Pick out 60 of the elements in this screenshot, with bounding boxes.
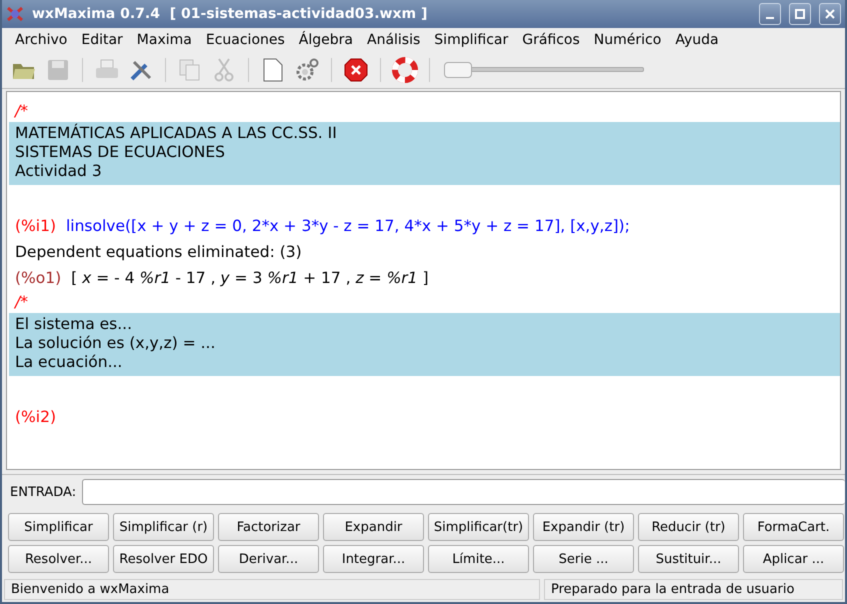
- maximize-button[interactable]: [789, 3, 811, 25]
- command-button[interactable]: Serie ...: [533, 545, 634, 573]
- menu-item[interactable]: Análisis: [360, 32, 428, 48]
- command-button[interactable]: Expandir: [323, 513, 424, 541]
- minimize-icon: [766, 17, 774, 19]
- app-icon: [6, 5, 24, 23]
- menu-item[interactable]: Ayuda: [668, 32, 726, 48]
- minimize-button[interactable]: [759, 3, 781, 25]
- stop-icon: [344, 58, 368, 82]
- command-button[interactable]: Sustituir...: [638, 545, 739, 573]
- menu-item[interactable]: Gráficos: [515, 32, 587, 48]
- command-button[interactable]: Límite...: [428, 545, 529, 573]
- copy-icon: [179, 59, 201, 81]
- text-cell[interactable]: El sistema es... La solución es (x,y,z) = ... La ecuación...: [9, 313, 840, 376]
- input-code[interactable]: linsolve([x + y + z = 0, 2*x + 3*y - z = 17, 4*x + 5*y + z = 17], [x,y,z]);: [66, 217, 630, 235]
- command-button[interactable]: Integrar...: [323, 545, 424, 573]
- window-title: wxMaxima 0.7.4 [ 01-sistemas-actividad03.wxm ]: [32, 6, 428, 22]
- status-text: Preparado para la entrada de usuario: [544, 579, 843, 600]
- menu-item[interactable]: Numérico: [586, 32, 668, 48]
- slider-track[interactable]: [444, 62, 644, 78]
- command-button[interactable]: Simplificar: [8, 513, 109, 541]
- text-cell[interactable]: MATEMÁTICAS APLICADAS A LAS CC.SS. II SISTEMAS DE ECUACIONES Actividad 3: [9, 122, 840, 185]
- command-button[interactable]: Aplicar ...: [743, 545, 844, 573]
- command-button[interactable]: Expandir (tr): [533, 513, 634, 541]
- status-text: Bienvenido a wxMaxima: [4, 579, 540, 600]
- command-button[interactable]: Factorizar: [218, 513, 319, 541]
- command-button[interactable]: Simplificar(tr): [428, 513, 529, 541]
- input-prompt: (%i2): [15, 408, 56, 426]
- command-button[interactable]: Resolver...: [8, 545, 109, 573]
- menu-item[interactable]: Maxima: [130, 32, 199, 48]
- output-message: Dependent equations eliminated: (3): [14, 242, 303, 263]
- command-button[interactable]: Derivar...: [218, 545, 319, 573]
- output-prompt: (%o1): [15, 269, 62, 287]
- command-button[interactable]: FormaCart.: [743, 513, 844, 541]
- scissors-icon: [214, 58, 234, 82]
- menu-item[interactable]: Ecuaciones: [198, 32, 292, 48]
- command-button[interactable]: Resolver EDO: [113, 545, 214, 573]
- menu-item[interactable]: Archivo: [8, 32, 74, 48]
- floppy-icon: [47, 59, 69, 81]
- gear-icon: [295, 58, 319, 82]
- lifebuoy-icon: [392, 57, 418, 83]
- input-prompt: (%i1): [15, 217, 56, 235]
- slider-thumb[interactable]: [444, 62, 472, 78]
- close-button[interactable]: [819, 3, 841, 25]
- entry-label: ENTRADA:: [10, 484, 76, 500]
- close-icon: [825, 9, 835, 19]
- menu-item[interactable]: Álgebra: [292, 32, 360, 48]
- maximize-icon: [795, 9, 805, 19]
- command-button[interactable]: Simplificar (r): [113, 513, 214, 541]
- output-math: [ x = - 4 %r1 - 17 , y = 3 %r1 + 17 , z = %r1 ]: [71, 269, 429, 287]
- tools-icon: [129, 58, 153, 82]
- page-icon: [263, 58, 283, 82]
- printer-icon: [95, 59, 119, 81]
- command-button[interactable]: Reducir (tr): [638, 513, 739, 541]
- comment-marker: /*: [13, 292, 29, 313]
- menu-item[interactable]: Simplificar: [427, 32, 516, 48]
- input-field[interactable]: [82, 479, 845, 505]
- worksheet[interactable]: [6, 91, 841, 470]
- menu-item[interactable]: Editar: [74, 32, 130, 48]
- comment-marker: /*: [13, 101, 29, 122]
